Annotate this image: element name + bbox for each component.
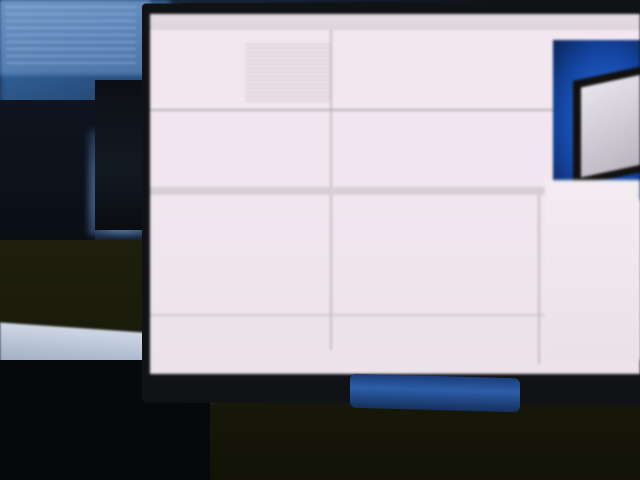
right-panel-glare <box>545 180 640 360</box>
text-block-info <box>245 44 330 104</box>
paper-text-lines <box>6 6 136 66</box>
left-shadow <box>0 100 95 240</box>
pane-divider-horizontal-1 <box>150 109 553 111</box>
video-thumbnail[interactable] <box>553 40 640 200</box>
thumbnail-laptop-screen <box>581 72 640 178</box>
monitor-logo <box>393 363 439 375</box>
pane-divider-vertical-2 <box>538 194 540 364</box>
pane-divider-horizontal-2 <box>150 187 553 195</box>
screen-toolbar <box>150 14 640 30</box>
monitor-stand <box>350 373 520 413</box>
